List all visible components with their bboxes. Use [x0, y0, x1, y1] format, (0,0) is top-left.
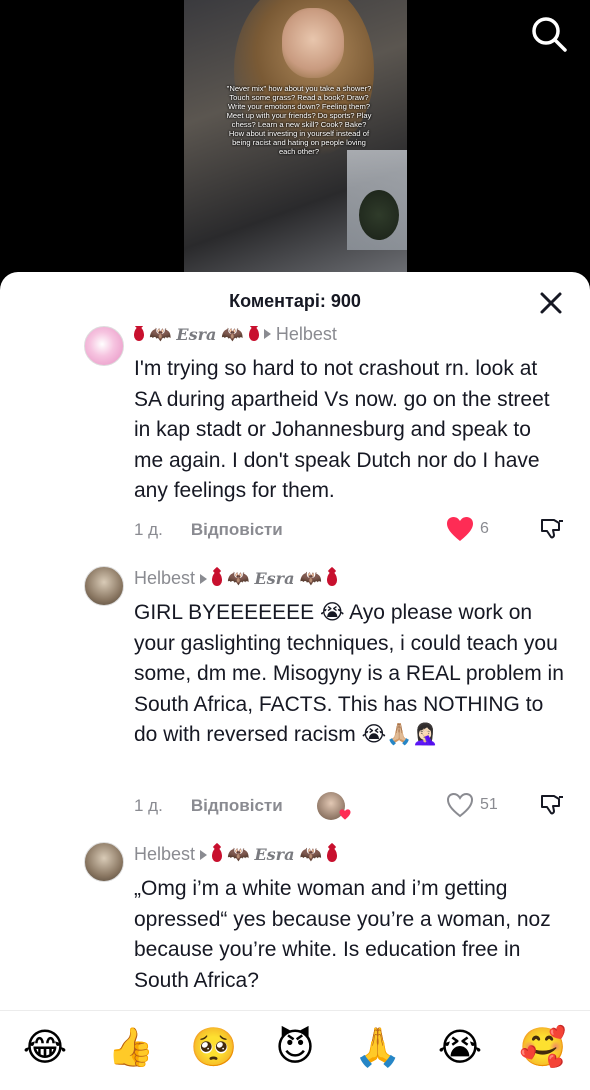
dislike-button[interactable]: [539, 792, 565, 818]
dislike-button[interactable]: [539, 516, 565, 542]
comment-text: I'm trying so hard to not crashout rn. l…: [134, 357, 550, 503]
comment-time: 1 д.: [134, 796, 163, 815]
comment-text: GIRL BYEEEEEEE 😭 Ayo please work on your…: [134, 601, 564, 747]
reply-to-username: Esra: [254, 845, 295, 864]
avatar[interactable]: [84, 326, 124, 366]
comment-username: Esra: [176, 326, 217, 342]
comments-sheet: Коментарі: 900 🦇 Esra 🦇 Helbest I'm tryi…: [0, 272, 590, 1089]
video-thumbnail[interactable]: "Never mix" how about you take a shower?…: [184, 0, 407, 275]
comment-username-row[interactable]: Helbest 🦇 Esra 🦇: [134, 844, 337, 865]
like-button[interactable]: 51: [446, 792, 498, 818]
creator-liked-avatar: [317, 792, 351, 820]
comment-username-row[interactable]: 🦇 Esra 🦇 Helbest: [134, 326, 337, 342]
comments-header: Коментарі: 900: [0, 272, 590, 332]
bat-icon: 🦇: [227, 844, 250, 864]
emoji-pleading-button[interactable]: 🥺: [190, 1025, 237, 1071]
reply-arrow-icon: [263, 329, 271, 339]
comment-username: Helbest: [134, 844, 196, 864]
bat-icon: 🦇: [221, 326, 244, 342]
comments-title: Коментарі: 900: [229, 291, 361, 311]
emoji-crying-button[interactable]: 😭: [437, 1025, 483, 1071]
person-face: [282, 8, 344, 78]
close-icon: [540, 292, 562, 314]
bat-icon: 🦇: [149, 326, 172, 342]
avatar[interactable]: [84, 842, 124, 882]
blood-drop-icon: [212, 847, 223, 862]
reply-arrow-icon: [200, 573, 208, 584]
like-button[interactable]: 6: [446, 516, 489, 542]
emoji-hearts-face-button[interactable]: 🥰: [519, 1025, 566, 1071]
reply-to-username: Helbest: [275, 326, 337, 342]
reply-button[interactable]: Відповісти: [191, 520, 283, 540]
like-count: 6: [480, 520, 489, 537]
search-icon: [532, 17, 567, 52]
comment-username-row[interactable]: Helbest 🦇 Esra 🦇: [134, 568, 337, 589]
emoji-devil-button[interactable]: 😈: [272, 1025, 318, 1071]
thumbs-down-icon: [541, 795, 563, 815]
close-button[interactable]: [538, 290, 564, 316]
like-count: 51: [480, 796, 498, 813]
video-area: "Never mix" how about you take a shower?…: [0, 0, 590, 300]
bat-icon: 🦇: [299, 844, 322, 864]
reply-to-username: Esra: [254, 569, 295, 588]
bat-icon: 🦇: [299, 568, 322, 588]
comment-time: 1 д.: [134, 520, 163, 539]
reply-arrow-icon: [200, 849, 208, 860]
comment-meta: 1 д. Відповісти: [134, 520, 283, 540]
search-button[interactable]: [527, 12, 571, 56]
emoji-quick-bar: 😂 👍 🥺 😈 🙏 😭 🥰: [0, 1010, 590, 1090]
heart-filled-icon: [447, 517, 473, 541]
blood-drop-icon: [134, 327, 144, 341]
bat-icon: 🦇: [227, 568, 250, 588]
blood-drop-icon: [212, 571, 223, 586]
comment-meta: 1 д. Відповісти: [134, 796, 283, 816]
heart-filled-icon: [339, 809, 351, 820]
heart-outline-icon: [446, 792, 474, 818]
video-caption: "Never mix" how about you take a shower?…: [226, 84, 372, 156]
comment-text: „Omg i’m a white woman and i’m getting o…: [134, 877, 551, 992]
reply-button[interactable]: Відповісти: [191, 796, 283, 816]
avatar[interactable]: [84, 566, 124, 606]
comment-username: Helbest: [134, 568, 196, 588]
blood-drop-icon: [326, 571, 337, 586]
blood-drop-icon: [248, 327, 259, 341]
emoji-thumbs-up-button[interactable]: 👍: [107, 1025, 154, 1071]
emoji-laughing-button[interactable]: 😂: [22, 1025, 68, 1071]
emoji-pray-button[interactable]: 🙏: [354, 1025, 401, 1071]
blood-drop-icon: [326, 847, 337, 862]
thumbs-down-icon: [541, 519, 563, 539]
